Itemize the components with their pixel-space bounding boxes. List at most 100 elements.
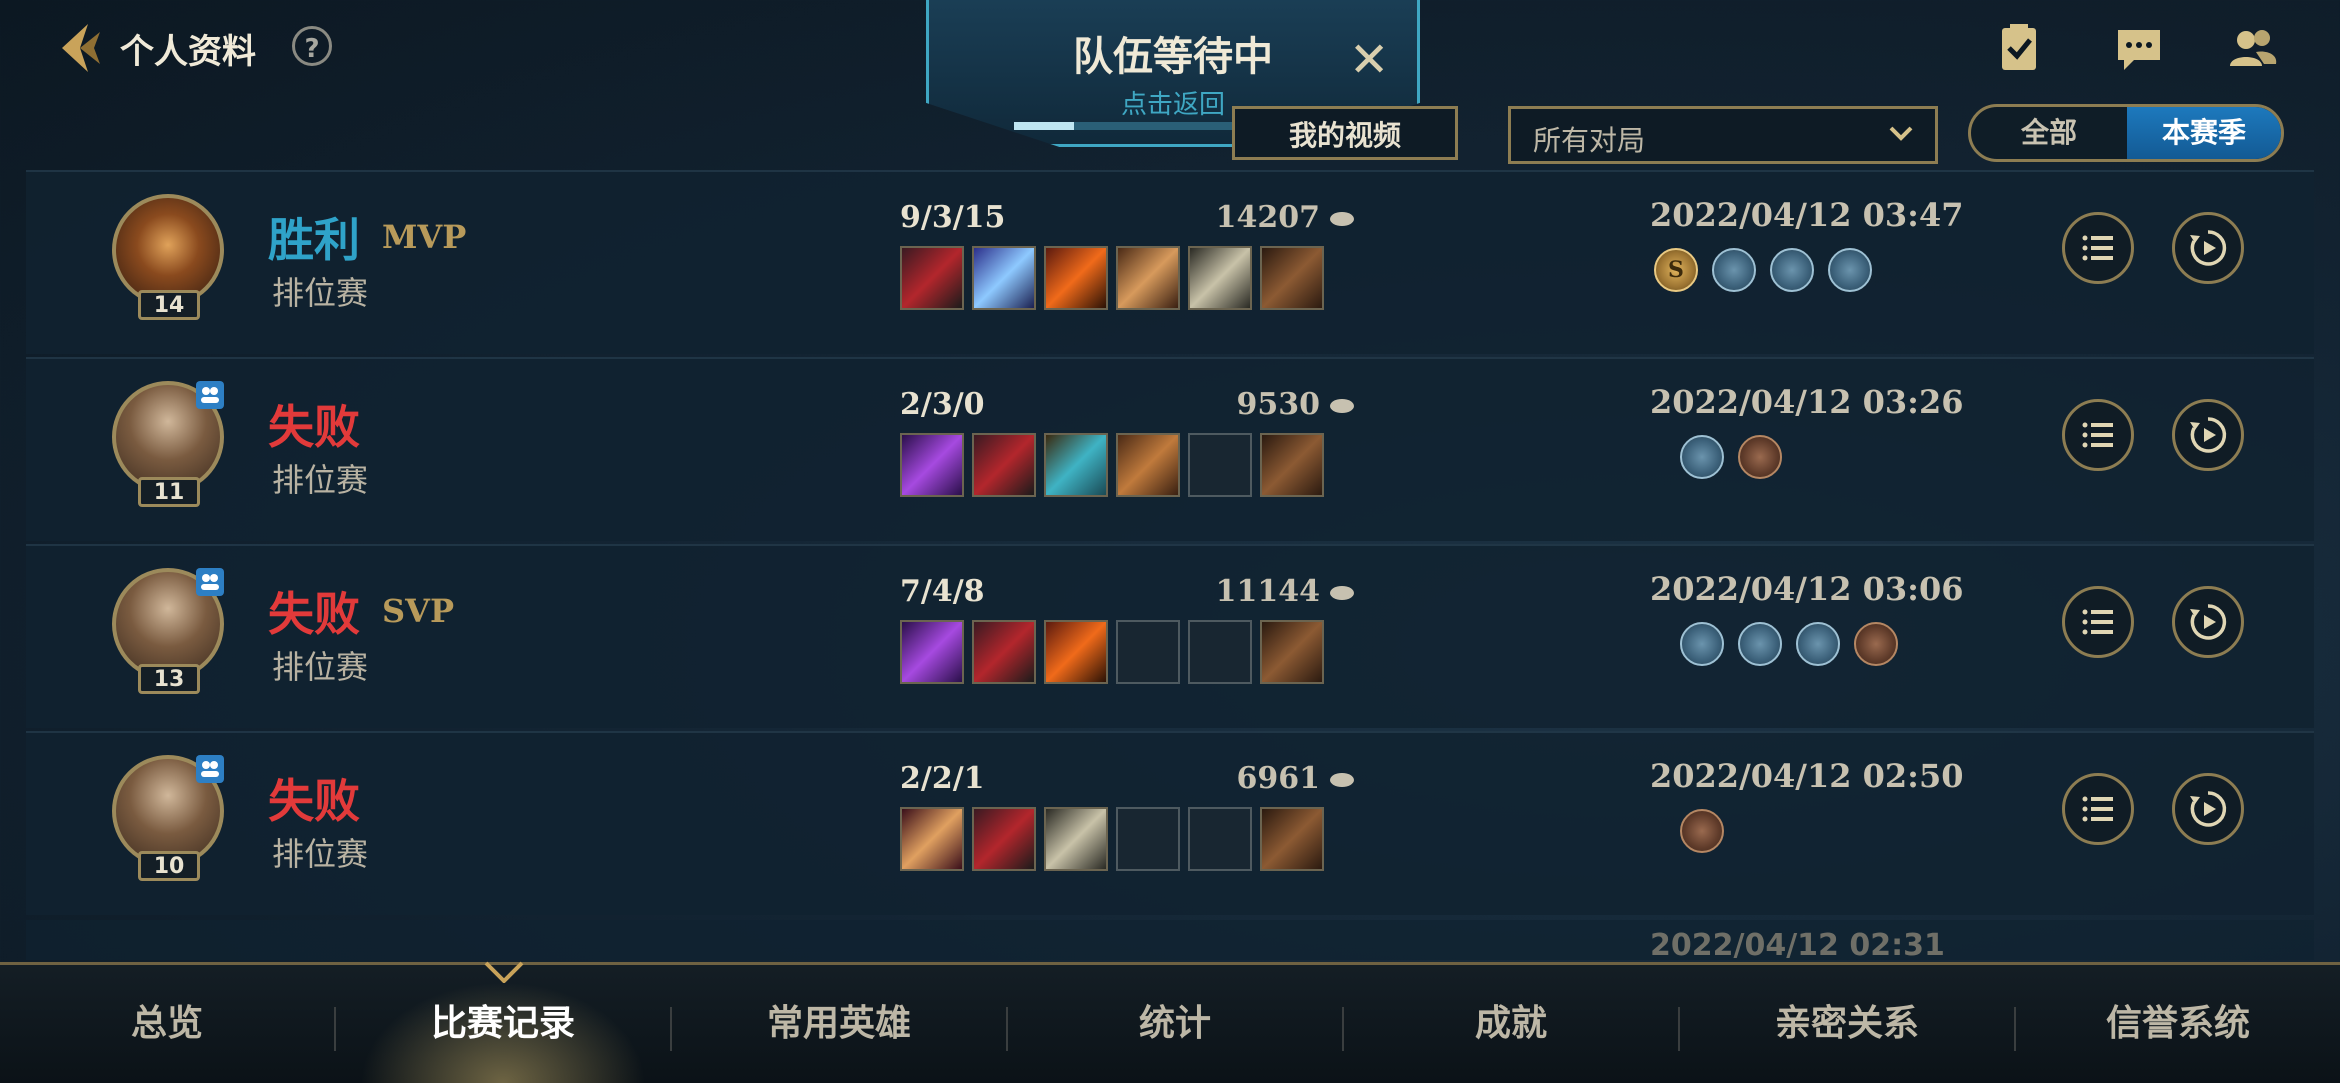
list-icon (2082, 422, 2113, 448)
item-slot[interactable] (972, 246, 1036, 310)
replay-button[interactable] (2172, 773, 2244, 845)
match-date: 2022/04/12 02:31 (1650, 928, 1945, 963)
champion-level: 11 (138, 477, 200, 507)
party-icon (196, 381, 224, 409)
nav-tab-reputation[interactable]: 信誉系统 (2016, 965, 2340, 1083)
achievement-badge (1770, 248, 1814, 292)
item-slot[interactable] (1260, 433, 1324, 497)
achievement-badge (1680, 809, 1724, 853)
match-row[interactable]: 14 胜利 MVP 排位赛 9/3/15 14207 2022/04/12 03… (26, 170, 2314, 354)
achievement-badge (1738, 435, 1782, 479)
achievement-badge (1796, 622, 1840, 666)
replay-icon (2190, 604, 2227, 640)
nav-tab-overview[interactable]: 总览 (0, 965, 334, 1083)
replay-button[interactable] (2172, 399, 2244, 471)
back-icon[interactable] (50, 18, 106, 78)
kda-stat: 2/3/0 (900, 387, 985, 422)
gold-icon (1330, 586, 1354, 600)
replay-icon (2190, 417, 2227, 453)
item-slot-empty (1188, 620, 1252, 684)
item-slot[interactable] (1260, 246, 1324, 310)
item-slot[interactable] (972, 807, 1036, 871)
game-mode: 排位赛 (272, 274, 369, 312)
list-icon (2082, 796, 2113, 822)
segment-all[interactable]: 全部 (1971, 107, 2127, 159)
item-slot[interactable] (1188, 246, 1252, 310)
gold-stat: 14207 (1126, 200, 1356, 235)
queue-progress-fill (1014, 122, 1074, 130)
match-result: 胜利 (268, 213, 360, 267)
match-row[interactable]: 11 失败 排位赛 2/3/0 9530 2022/04/12 03:26 (26, 357, 2314, 541)
gold-value: 9530 (1236, 387, 1321, 422)
clipboard-check-icon[interactable] (1992, 22, 2046, 76)
gold-icon (1330, 773, 1354, 787)
game-mode: 排位赛 (272, 648, 369, 686)
friends-icon[interactable] (2226, 22, 2280, 76)
item-slot[interactable] (900, 433, 964, 497)
chevron-down-icon (1889, 126, 1913, 141)
item-slot[interactable] (1044, 807, 1108, 871)
gold-value: 6961 (1236, 761, 1321, 796)
champion-level: 14 (138, 290, 200, 320)
list-icon (2082, 235, 2113, 261)
chat-icon[interactable] (2112, 22, 2166, 76)
replay-icon (2190, 230, 2227, 266)
item-slot[interactable] (972, 433, 1036, 497)
item-slot[interactable] (1044, 433, 1108, 497)
item-slot-empty (1116, 620, 1180, 684)
item-slot-empty (1188, 807, 1252, 871)
page-title: 个人资料 (120, 32, 256, 72)
item-slot[interactable] (1116, 433, 1180, 497)
close-icon[interactable]: ✕ (1349, 36, 1389, 84)
nav-tab-achievements[interactable]: 成就 (1344, 965, 1678, 1083)
champion-level: 13 (138, 664, 200, 694)
replay-button[interactable] (2172, 586, 2244, 658)
item-slot[interactable] (1260, 620, 1324, 684)
nav-tab-stats[interactable]: 统计 (1008, 965, 1342, 1083)
item-slot[interactable] (1260, 807, 1324, 871)
item-slot[interactable] (1116, 246, 1180, 310)
match-result: 失败 (268, 587, 360, 641)
nav-tab-relationships[interactable]: 亲密关系 (1680, 965, 2014, 1083)
game-mode: 排位赛 (272, 461, 369, 499)
help-icon[interactable]: ? (292, 26, 332, 66)
kda-stat: 9/3/15 (900, 200, 1006, 235)
item-slot[interactable] (1044, 246, 1108, 310)
replay-icon (2190, 791, 2227, 827)
honor-tag: SVP (382, 592, 454, 630)
queue-title: 队伍等待中 (1073, 34, 1273, 80)
bottom-nav: 总览 比赛记录 常用英雄 统计 成就 亲密关系 信誉系统 (0, 961, 2340, 1083)
match-row-partial[interactable]: 2022/04/12 02:31 (26, 920, 2314, 963)
season-toggle: 全部 本赛季 (1968, 104, 2284, 162)
game-mode: 排位赛 (272, 835, 369, 873)
segment-season[interactable]: 本赛季 (2127, 107, 2281, 159)
item-slot[interactable] (1044, 620, 1108, 684)
gold-value: 14207 (1215, 200, 1320, 235)
item-slot[interactable] (900, 246, 964, 310)
match-date: 2022/04/12 03:47 (1650, 196, 1964, 234)
achievement-badge (1738, 622, 1782, 666)
details-list-button[interactable] (2062, 773, 2134, 845)
my-videos-button[interactable]: 我的视频 (1232, 106, 1458, 160)
gold-icon (1330, 212, 1354, 226)
details-list-button[interactable] (2062, 399, 2134, 471)
item-slot-empty (1188, 433, 1252, 497)
replay-button[interactable] (2172, 212, 2244, 284)
achievement-badge (1712, 248, 1756, 292)
match-row[interactable]: 10 失败 排位赛 2/2/1 6961 2022/04/12 02:50 (26, 731, 2314, 915)
item-slot[interactable] (900, 807, 964, 871)
match-result: 失败 (268, 774, 360, 828)
details-list-button[interactable] (2062, 586, 2134, 658)
details-list-button[interactable] (2062, 212, 2134, 284)
item-slot[interactable] (972, 620, 1036, 684)
party-icon (196, 755, 224, 783)
match-row[interactable]: 13 失败 SVP 排位赛 7/4/8 11144 2022/04/12 03:… (26, 544, 2314, 728)
item-slot[interactable] (900, 620, 964, 684)
nav-tab-match-history[interactable]: 比赛记录 (336, 965, 670, 1083)
match-list: 14 胜利 MVP 排位赛 9/3/15 14207 2022/04/12 03… (26, 170, 2314, 963)
nav-tab-heroes[interactable]: 常用英雄 (672, 965, 1006, 1083)
champion-level: 10 (138, 851, 200, 881)
kda-stat: 7/4/8 (900, 574, 985, 609)
gold-stat: 9530 (1126, 387, 1356, 422)
match-type-select[interactable]: 所有对局 (1508, 106, 1938, 164)
